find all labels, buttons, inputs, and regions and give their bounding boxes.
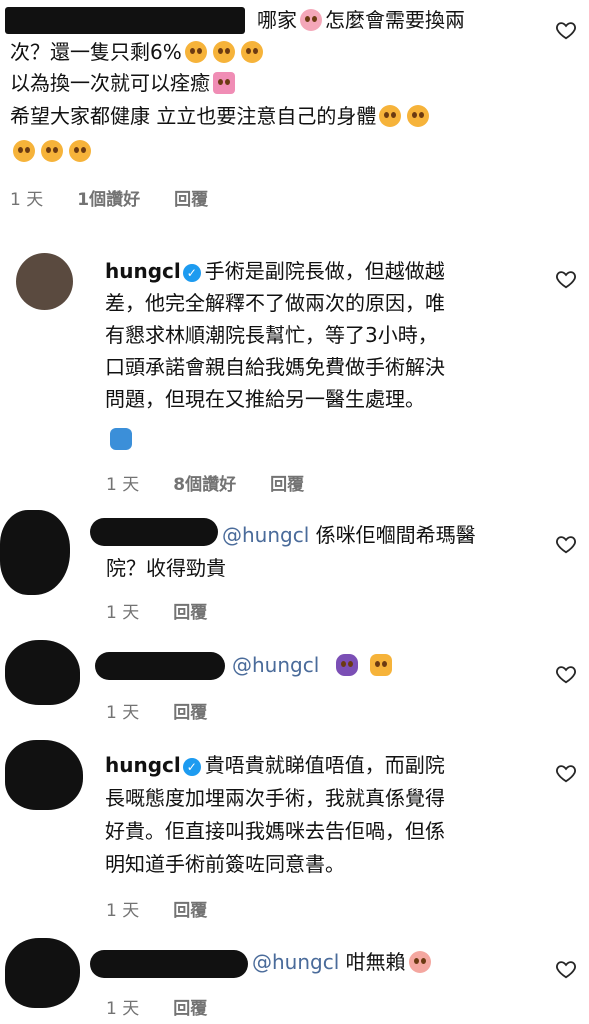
- comment-text: 問題，但現在又推給另一醫生處理。: [105, 387, 425, 411]
- comment-meta: 1 天 8個讚好 回覆: [106, 470, 304, 495]
- username[interactable]: hungcl: [105, 753, 181, 777]
- pleading-emoji-icon: [212, 41, 235, 63]
- comment-text: 好貴。佢直接叫我媽咪去告佢喎，但係: [105, 819, 445, 843]
- pleading-emoji-icon: [240, 41, 263, 63]
- username[interactable]: hungcl: [105, 259, 181, 283]
- pleading-emoji-icon: [13, 140, 35, 162]
- heart-ribbon-emoji-icon: [213, 72, 235, 94]
- likes-count[interactable]: 1個讚好: [77, 185, 140, 210]
- timestamp: 1 天: [106, 901, 140, 921]
- avatar[interactable]: [5, 740, 83, 810]
- redacted-username: [5, 7, 245, 34]
- comment-meta: 1 天 1個讚好 回覆: [10, 185, 208, 210]
- redacted-username: [90, 518, 218, 546]
- timestamp: 1 天: [106, 603, 140, 623]
- raised-hands-emoji-icon: [370, 654, 392, 676]
- timestamp: 1 天: [106, 703, 140, 723]
- reply-button[interactable]: 回覆: [174, 185, 208, 210]
- likes-count[interactable]: 8個讚好: [173, 470, 236, 495]
- heart-icon[interactable]: [555, 268, 577, 290]
- grapes-emoji-icon: [335, 654, 358, 676]
- avatar[interactable]: [0, 510, 70, 595]
- heart-icon[interactable]: [555, 958, 577, 980]
- timestamp: 1 天: [106, 475, 140, 495]
- comment-text: [10, 136, 94, 168]
- redacted-username: [90, 950, 248, 978]
- comment-text: 口頭承諾會親自給我媽免費做手術解決: [105, 355, 445, 379]
- comment-text: 哪家 怎麼會需要換兩: [257, 8, 465, 32]
- pleading-emoji-icon: [184, 41, 207, 63]
- reply-button[interactable]: 回覆: [173, 896, 207, 921]
- comment-text: 長嘅態度加埋兩次手術，我就真係覺得: [105, 786, 445, 810]
- comment-text: @hungcl 係咪佢嗰間希瑪醫: [222, 523, 476, 547]
- mention-link[interactable]: @hungcl: [232, 653, 319, 677]
- comment-text: hungcl ✓ 貴唔貴就睇值唔值，而副院: [105, 753, 445, 777]
- comment-meta: 1 天 回覆: [106, 994, 207, 1019]
- shrug-emoji-icon: [110, 428, 132, 450]
- comment-text: 希望大家都健康 立立也要注意自己的身體: [10, 101, 432, 133]
- avatar[interactable]: [5, 640, 80, 705]
- pleading-emoji-icon: [41, 140, 63, 162]
- comment-text: @hungcl 咁無賴: [252, 947, 434, 979]
- heart-icon[interactable]: [555, 19, 577, 41]
- reply-button[interactable]: 回覆: [173, 698, 207, 723]
- timestamp: 1 天: [106, 999, 140, 1019]
- pleading-emoji-icon: [407, 105, 430, 127]
- pleading-emoji-icon: [69, 140, 91, 162]
- hot-face-emoji-icon: [408, 951, 431, 973]
- heart-icon[interactable]: [555, 533, 577, 555]
- verified-badge-icon: ✓: [182, 264, 201, 282]
- redacted-username: [95, 652, 225, 680]
- comment-meta: 1 天 回覆: [106, 598, 207, 623]
- crying-emoji-icon: [300, 9, 322, 31]
- comment-text: 有懇求林順潮院長幫忙，等了3小時，: [105, 323, 438, 347]
- comment-text: hungcl ✓ 手術是副院長做，但越做越: [105, 259, 445, 283]
- mention-link[interactable]: @hungcl: [252, 950, 339, 974]
- comment-meta: 1 天 回覆: [106, 698, 207, 723]
- heart-icon[interactable]: [555, 762, 577, 784]
- comment-text: 以為換一次就可以痊癒: [10, 68, 238, 100]
- avatar[interactable]: [16, 253, 73, 310]
- reply-button[interactable]: 回覆: [173, 598, 207, 623]
- comment-text: 院？收得勁貴: [106, 556, 226, 580]
- heart-icon[interactable]: [555, 663, 577, 685]
- reply-button[interactable]: 回覆: [270, 470, 304, 495]
- pleading-emoji-icon: [379, 105, 402, 127]
- comment-text: 明知道手術前簽咗同意書。: [105, 852, 345, 876]
- comment-meta: 1 天 回覆: [106, 896, 207, 921]
- reply-button[interactable]: 回覆: [173, 994, 207, 1019]
- avatar[interactable]: [5, 938, 80, 1008]
- verified-badge-icon: ✓: [182, 758, 201, 776]
- comment-text: 次？還一隻只剩6%: [10, 37, 266, 69]
- timestamp: 1 天: [10, 190, 44, 210]
- comment-text: 差，他完全解釋不了做兩次的原因，唯: [105, 291, 445, 315]
- comment-text: @hungcl: [232, 650, 395, 682]
- mention-link[interactable]: @hungcl: [222, 523, 309, 547]
